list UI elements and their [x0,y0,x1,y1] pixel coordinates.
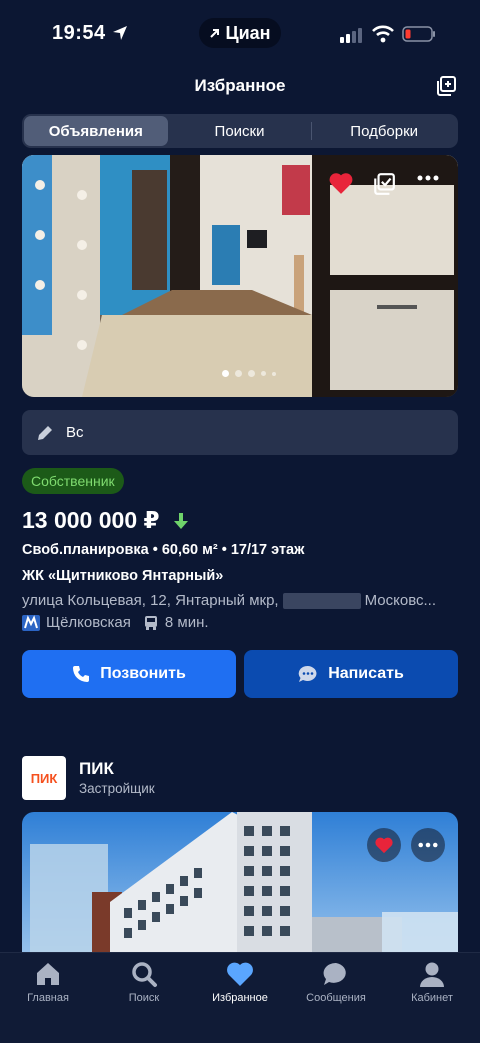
nav-account-label: Кабинет [411,992,453,1004]
price-down-arrow-icon [173,512,188,529]
pagination-dot [235,370,242,377]
listing-address: улица Кольцевая, 12, Янтарный мкр, Москов… [22,592,462,610]
call-button[interactable]: Позвонить [22,650,236,698]
tab-listings[interactable]: Объявления [24,116,168,146]
battery-icon [402,26,435,42]
compare-add-icon[interactable] [372,172,396,196]
listing-params: Своб.планировка • 60,60 м² • 17/17 этаж [22,542,305,558]
favorites-tabs: Объявления Поиски Подборки [22,114,458,148]
write-button-label: Написать [328,665,404,682]
bottom-nav: Главная Поиск Избранное Сообщения Кабине… [0,952,480,1043]
status-time: 19:54 [52,22,106,44]
redacted-text [282,593,361,610]
address-start: улица Кольцевая, 12, Янтарный мкр, [22,592,279,609]
wifi-icon [372,25,394,43]
user-icon [420,962,444,987]
nav-messages[interactable]: Сообщения [288,953,384,1043]
write-button[interactable]: Написать [244,650,458,698]
pencil-icon [38,425,52,440]
price-value: 13 000 000 ₽ [22,507,160,533]
developer-logo[interactable]: ПИК [22,756,66,800]
nav-search[interactable]: Поиск [96,953,192,1043]
nav-favorites[interactable]: Избранное [192,953,288,1043]
address-end: Московс... [364,592,436,609]
nav-favorites-label: Избранное [212,992,268,1004]
nav-home[interactable]: Главная [0,953,96,1043]
location-arrow-icon [113,26,127,40]
favorite-heart-icon[interactable] [328,171,354,195]
heart-icon [227,962,253,986]
bus-icon [144,615,157,630]
listing-note[interactable]: Вс [22,410,458,455]
tab-searches[interactable]: Поиски [168,116,312,146]
call-button-label: Позвонить [100,665,186,682]
chat-bubble-icon [298,665,317,682]
residential-complex[interactable]: ЖК «Щитниково Янтарный» [22,568,223,584]
tab-collections[interactable]: Подборки [312,116,456,146]
favorite-heart-icon [375,837,393,854]
nav-messages-label: Сообщения [306,992,366,1004]
nav-home-label: Главная [27,992,69,1004]
compare-list-icon[interactable] [435,75,457,97]
owner-badge: Собственник [22,468,124,494]
more-options-icon[interactable] [417,175,439,181]
cellular-signal-icon [340,28,362,43]
listing-photo[interactable] [22,155,458,397]
note-text: Вс [66,424,84,441]
project-favorite-button[interactable] [367,828,401,862]
pagination-dot [248,370,255,377]
metro-info: Щёлковская 8 мин. [22,614,209,631]
pagination-dot [222,370,229,377]
pagination-dot [261,371,266,376]
project-more-button[interactable] [411,828,445,862]
metro-icon [22,614,40,631]
nav-account[interactable]: Кабинет [384,953,480,1043]
nav-search-label: Поиск [128,992,160,1004]
listing-price: 13 000 000 ₽ [22,507,188,534]
pagination-dot [272,371,276,376]
developer-logo-text: ПИК [30,770,58,786]
developer-name[interactable]: ПИК [79,759,114,779]
travel-time: 8 мин. [164,614,209,631]
status-bar: 19:54 Циан [0,0,480,70]
metro-station: Щёлковская [46,614,131,631]
more-options-icon [418,842,438,848]
chat-icon [323,962,346,985]
back-to-app-pill[interactable]: Циан [199,18,281,48]
back-arrow-icon [210,29,220,38]
search-icon [132,962,157,987]
developer-project-photo[interactable] [22,812,458,962]
app-pill-label: Циан [225,22,271,43]
developer-role: Застройщик [79,781,155,796]
photo-pagination [222,370,276,377]
phone-icon [73,666,90,682]
page-title: Избранное [194,76,286,95]
home-icon [37,963,59,985]
